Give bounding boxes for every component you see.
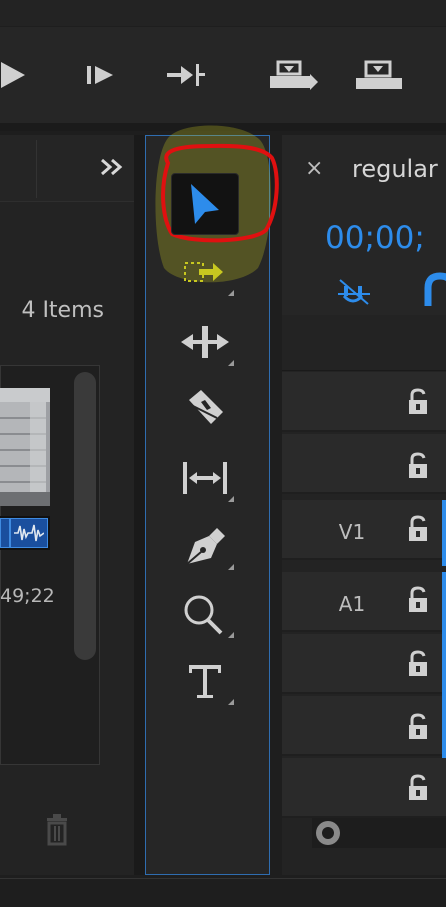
header-divider	[36, 140, 37, 198]
lock-toggle[interactable]	[406, 388, 430, 416]
tool-group-indicator	[228, 632, 234, 638]
linked-selection-button[interactable]	[424, 272, 446, 308]
close-sequence-tab[interactable]: ×	[305, 156, 329, 186]
snap-button[interactable]	[336, 276, 372, 308]
chevron-double-right-icon	[101, 158, 123, 176]
insert-button[interactable]	[262, 55, 322, 95]
track-select-forward-icon	[184, 262, 223, 282]
unlock-icon	[409, 515, 427, 541]
overwrite-icon	[356, 60, 402, 89]
unlock-icon	[409, 650, 427, 676]
snap-magnet-icon	[338, 279, 370, 305]
step-forward-icon	[87, 66, 113, 84]
zoom-tool[interactable]	[170, 588, 240, 640]
selection-tool-active-bg	[171, 173, 239, 235]
play-button[interactable]	[0, 55, 30, 95]
waveform-icon	[14, 524, 44, 542]
go-to-out-button[interactable]	[160, 55, 210, 95]
insert-icon	[270, 60, 318, 90]
ripple-edit-icon	[181, 326, 229, 358]
clip-thumbnail[interactable]	[0, 388, 50, 506]
playhead-timecode[interactable]: 00;00;	[325, 220, 446, 256]
track-select-tool[interactable]	[170, 246, 240, 298]
lock-toggle[interactable]	[406, 713, 430, 741]
trash-icon	[47, 814, 67, 846]
link-icon	[424, 272, 446, 306]
selection-tool[interactable]	[170, 173, 240, 235]
overwrite-button[interactable]	[350, 55, 408, 95]
pen-tool[interactable]	[170, 520, 240, 572]
unlock-icon	[409, 388, 427, 414]
audio-badge	[10, 518, 48, 548]
unlock-icon	[409, 452, 427, 478]
type-tool[interactable]	[170, 655, 240, 707]
type-t-icon	[189, 665, 221, 698]
unlock-icon	[409, 586, 427, 612]
panel-gap	[134, 135, 145, 875]
slip-tool[interactable]	[170, 452, 240, 504]
lock-toggle[interactable]	[406, 774, 430, 802]
zoom-handle-inner	[322, 827, 334, 839]
pen-nib-icon	[186, 528, 225, 565]
razor-tool[interactable]	[170, 384, 240, 436]
lock-toggle-a1[interactable]	[406, 586, 430, 614]
magnifier-icon	[184, 595, 223, 635]
bottom-status-strip	[0, 878, 446, 907]
tool-group-indicator	[228, 290, 234, 296]
trash-button[interactable]	[42, 812, 72, 846]
sequence-tab-title[interactable]: regular	[352, 155, 446, 183]
thumbnail-image	[0, 388, 50, 506]
top-strip	[0, 0, 446, 26]
track-header-spacer	[282, 318, 446, 371]
step-forward-button[interactable]	[80, 55, 122, 95]
tool-group-indicator	[228, 564, 234, 570]
razor-blade-icon	[189, 390, 223, 424]
track-label-a1: A1	[338, 592, 366, 616]
transport-toolbar	[0, 27, 446, 123]
play-icon	[1, 62, 25, 88]
item-count: 4 Items	[21, 298, 104, 323]
clip-badges	[0, 516, 50, 550]
track-label-v1: V1	[338, 520, 366, 544]
unlock-icon	[409, 774, 427, 800]
lock-toggle[interactable]	[406, 650, 430, 678]
ripple-edit-tool[interactable]	[170, 316, 240, 368]
video-badge	[0, 518, 10, 548]
tool-group-indicator	[228, 496, 234, 502]
lock-toggle-v1[interactable]	[406, 515, 430, 543]
arrow-pointer-icon	[191, 184, 219, 224]
tool-group-indicator	[228, 699, 234, 705]
go-to-out-icon	[167, 64, 205, 86]
a-track-target-indicator	[442, 572, 446, 758]
unlock-icon	[409, 713, 427, 739]
panel-overflow-button[interactable]	[96, 152, 128, 182]
slip-icon	[183, 462, 227, 494]
v1-target-indicator	[442, 500, 446, 566]
tool-group-indicator	[228, 360, 234, 366]
zoom-handle[interactable]	[316, 821, 340, 845]
lock-toggle[interactable]	[406, 452, 430, 480]
clip-timecode: 49;22	[0, 585, 55, 607]
bin-scrollbar[interactable]	[74, 372, 96, 660]
